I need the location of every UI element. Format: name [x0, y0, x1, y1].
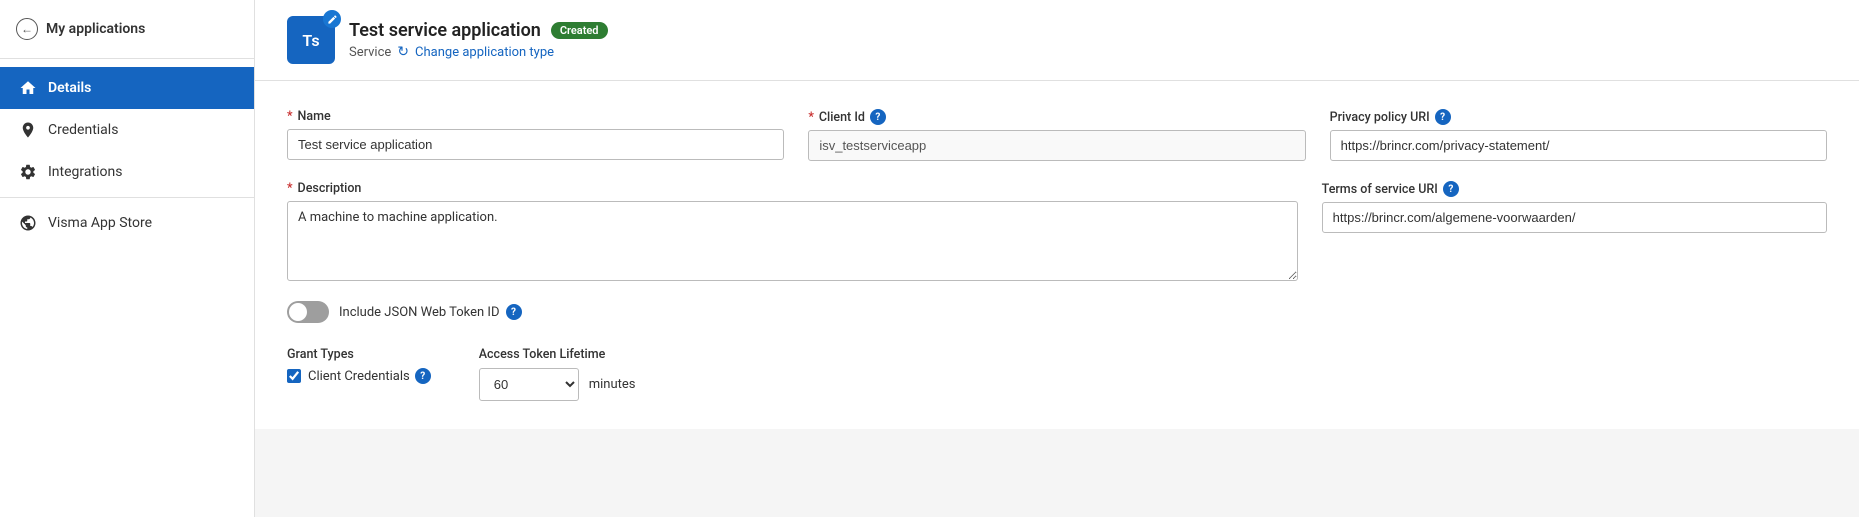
client-credentials-row: Client Credentials ? [287, 368, 431, 384]
description-group: * Description A machine to machine appli… [287, 181, 1298, 281]
app-title: Test service application [349, 20, 541, 41]
refresh-icon: ↻ [397, 44, 409, 60]
desc-required-star: * [287, 181, 293, 196]
main-content: Ts Test service application Created Serv… [255, 0, 1859, 517]
privacy-policy-help-icon[interactable]: ? [1435, 109, 1451, 125]
sidebar-item-label-integrations: Integrations [48, 164, 122, 180]
grant-types-label: Grant Types [287, 347, 431, 362]
client-credentials-help-icon[interactable]: ? [415, 368, 431, 384]
app-subtitle: Service ↻ Change application type [349, 44, 608, 60]
app-avatar: Ts [287, 16, 335, 64]
lifetime-select[interactable]: 60 30 120 240 [479, 368, 579, 401]
lifetime-unit: minutes [589, 377, 636, 392]
integrations-icon [18, 162, 38, 182]
access-token-lifetime-label: Access Token Lifetime [479, 347, 636, 362]
sidebar-item-label-details: Details [48, 80, 91, 96]
form-row-1: * Name * Client Id ? Privacy policy URI … [287, 109, 1827, 161]
sidebar-item-label-credentials: Credentials [48, 122, 118, 138]
form-area: * Name * Client Id ? Privacy policy URI … [255, 81, 1859, 429]
name-input[interactable] [287, 129, 784, 160]
lifetime-row: 60 30 120 240 minutes [479, 368, 636, 401]
back-icon: ← [16, 18, 38, 40]
credentials-icon [18, 120, 38, 140]
sidebar-item-visma-app-store[interactable]: Visma App Store [0, 202, 254, 244]
jwt-help-icon[interactable]: ? [506, 304, 522, 320]
client-id-label-text: Client Id [819, 110, 865, 125]
description-label-text: Description [298, 181, 362, 196]
client-id-group: * Client Id ? [808, 109, 1305, 161]
sidebar-divider [0, 197, 254, 198]
privacy-policy-label: Privacy policy URI ? [1330, 109, 1827, 125]
jwt-toggle[interactable] [287, 301, 329, 323]
terms-of-service-input[interactable] [1322, 202, 1827, 233]
privacy-policy-group: Privacy policy URI ? [1330, 109, 1827, 161]
app-type-label: Service [349, 45, 391, 60]
status-badge: Created [551, 22, 608, 39]
back-label: My applications [46, 21, 145, 37]
grant-types-group: Grant Types Client Credentials ? [287, 347, 431, 384]
description-label: * Description [287, 181, 1298, 196]
home-icon [18, 78, 38, 98]
sidebar-item-label-visma-app-store: Visma App Store [48, 215, 152, 231]
client-id-required-star: * [808, 110, 814, 125]
avatar-initials: Ts [302, 31, 319, 50]
name-required-star: * [287, 109, 293, 124]
terms-of-service-group: Terms of service URI ? [1322, 181, 1827, 281]
client-id-label: * Client Id ? [808, 109, 1305, 125]
client-credentials-checkbox[interactable] [287, 369, 301, 383]
privacy-policy-input[interactable] [1330, 130, 1827, 161]
terms-of-service-help-icon[interactable]: ? [1443, 181, 1459, 197]
app-header: Ts Test service application Created Serv… [255, 0, 1859, 81]
sidebar-item-credentials[interactable]: Credentials [0, 109, 254, 151]
toggle-row: Include JSON Web Token ID ? [287, 301, 1827, 323]
store-icon [18, 213, 38, 233]
toggle-label-text: Include JSON Web Token ID [339, 305, 500, 320]
privacy-policy-label-text: Privacy policy URI [1330, 110, 1430, 125]
client-credentials-label: Client Credentials ? [308, 368, 431, 384]
access-token-lifetime-group: Access Token Lifetime 60 30 120 240 minu… [479, 347, 636, 401]
grant-row: Grant Types Client Credentials ? Access … [287, 347, 1827, 401]
name-label-text: Name [298, 109, 331, 124]
client-id-input[interactable] [808, 130, 1305, 161]
form-row-2: * Description A machine to machine appli… [287, 181, 1827, 281]
name-label: * Name [287, 109, 784, 124]
toggle-label: Include JSON Web Token ID ? [339, 304, 522, 320]
app-title-row: Test service application Created [349, 20, 608, 41]
sidebar: ← My applications Details Credentials [0, 0, 255, 517]
sidebar-item-integrations[interactable]: Integrations [0, 151, 254, 193]
back-button[interactable]: ← My applications [0, 0, 254, 59]
name-group: * Name [287, 109, 784, 161]
change-application-type-link[interactable]: Change application type [415, 45, 554, 60]
sidebar-item-details[interactable]: Details [0, 67, 254, 109]
sidebar-nav: Details Credentials Integrations [0, 59, 254, 252]
avatar-edit-badge [323, 10, 341, 28]
terms-of-service-label: Terms of service URI ? [1322, 181, 1827, 197]
client-credentials-label-text: Client Credentials [308, 369, 410, 384]
terms-of-service-label-text: Terms of service URI [1322, 182, 1438, 197]
client-id-help-icon[interactable]: ? [870, 109, 886, 125]
app-header-info: Test service application Created Service… [349, 20, 608, 60]
description-textarea[interactable]: A machine to machine application. [287, 201, 1298, 281]
toggle-knob [289, 303, 307, 321]
